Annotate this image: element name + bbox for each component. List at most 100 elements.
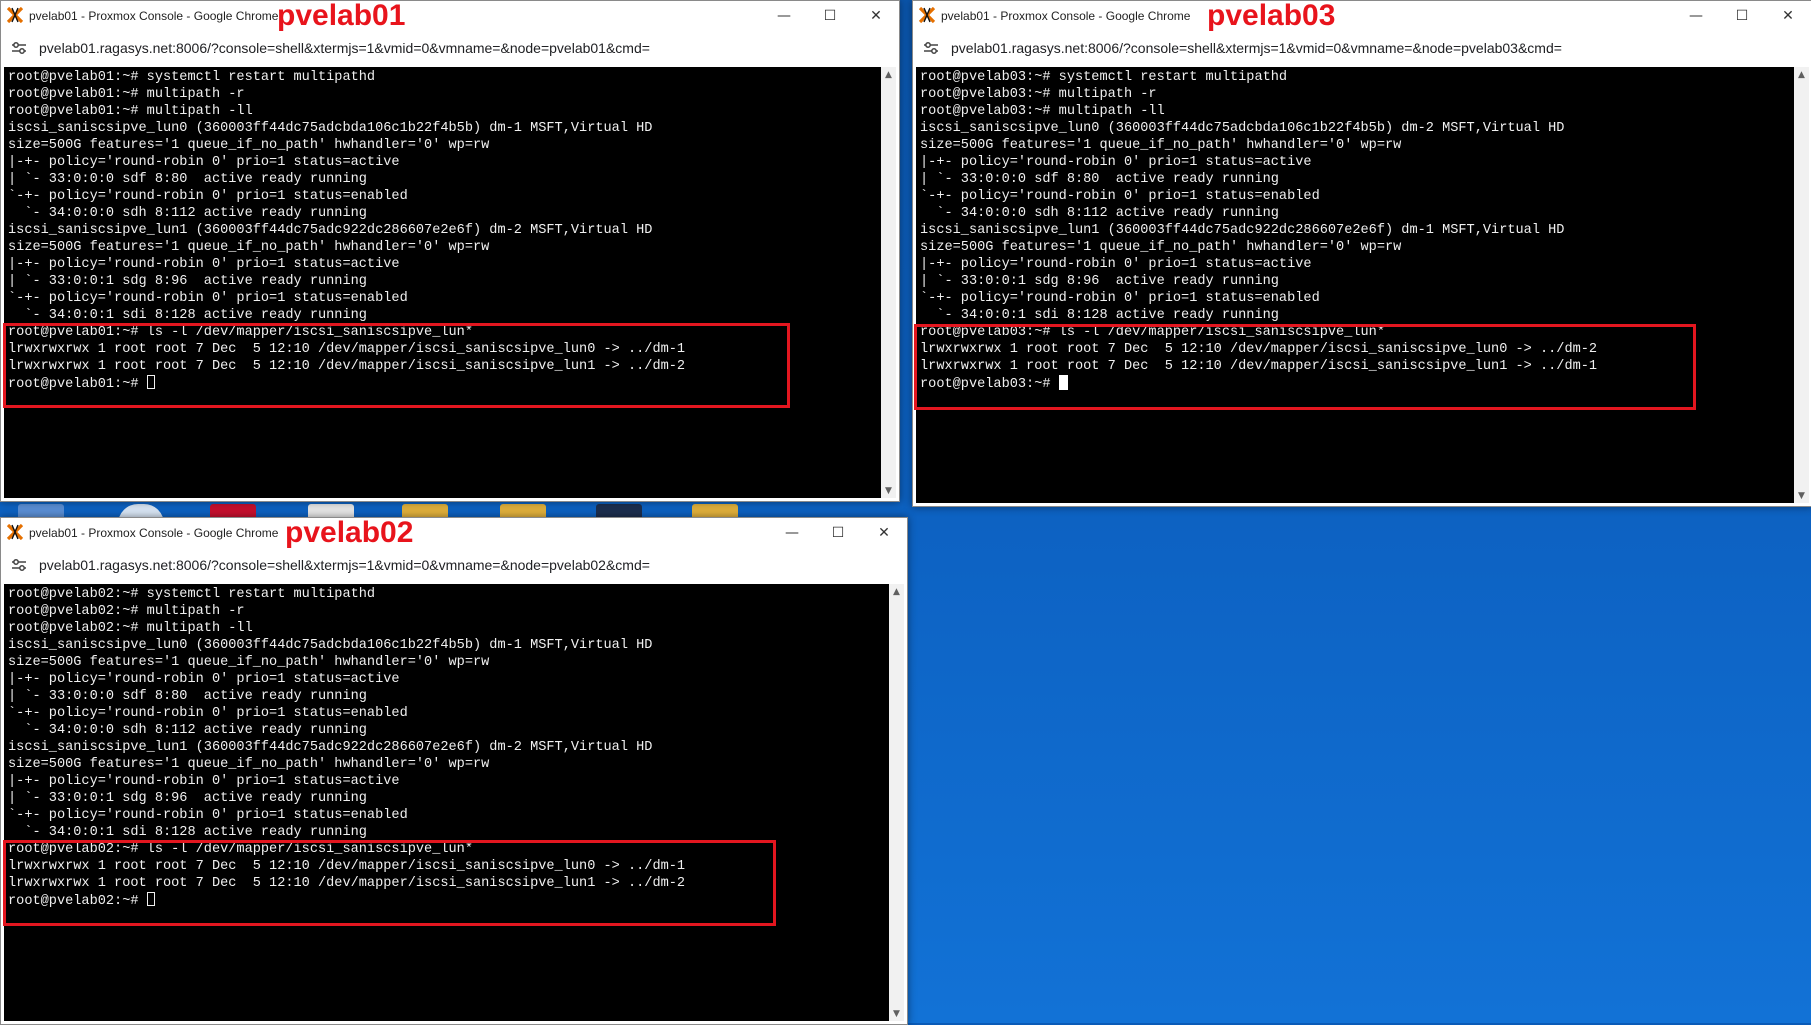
terminal-line: `- 34:0:0:0 sdh 8:112 active ready runni…: [8, 723, 367, 738]
terminal-line: `- 34:0:0:1 sdi 8:128 active ready runni…: [920, 308, 1279, 323]
terminal-line: | `- 33:0:0:0 sdf 8:80 active ready runn…: [920, 172, 1279, 187]
terminal-line: size=500G features='1 queue_if_no_path' …: [8, 655, 490, 670]
url-text[interactable]: pvelab01.ragasys.net:8006/?console=shell…: [39, 40, 650, 56]
terminal[interactable]: root@pvelab03:~# systemctl restart multi…: [916, 67, 1809, 503]
close-button[interactable]: ✕: [861, 518, 907, 548]
scrollbar[interactable]: ▲ ▼: [881, 67, 896, 498]
terminal-line: |-+- policy='round-robin 0' prio=1 statu…: [8, 155, 400, 170]
window-pvelab03[interactable]: pvelab01 - Proxmox Console - Google Chro…: [912, 0, 1811, 507]
minimize-button[interactable]: —: [769, 518, 815, 548]
terminal-line: `-+- policy='round-robin 0' prio=1 statu…: [8, 291, 408, 306]
terminal-line: iscsi_saniscsipve_lun1 (360003ff44dc75ad…: [8, 223, 653, 238]
terminal-line: |-+- policy='round-robin 0' prio=1 statu…: [8, 774, 400, 789]
scroll-up-arrow-icon[interactable]: ▲: [1794, 67, 1809, 82]
maximize-button[interactable]: ☐: [1719, 1, 1765, 31]
terminal-cursor: [146, 892, 155, 906]
terminal-line: size=500G features='1 queue_if_no_path' …: [920, 138, 1402, 153]
terminal-line: | `- 33:0:0:1 sdg 8:96 active ready runn…: [8, 274, 367, 289]
terminal-line: `- 34:0:0:0 sdh 8:112 active ready runni…: [920, 206, 1279, 221]
terminal-line: | `- 33:0:0:0 sdf 8:80 active ready runn…: [8, 172, 367, 187]
scroll-up-arrow-icon[interactable]: ▲: [889, 584, 904, 599]
proxmox-logo-icon: [919, 7, 935, 23]
terminal-output: root@pvelab01:~# systemctl restart multi…: [8, 69, 878, 392]
terminal-line: size=500G features='1 queue_if_no_path' …: [920, 240, 1402, 255]
scrollbar[interactable]: ▲ ▼: [889, 584, 904, 1021]
terminal-line: lrwxrwxrwx 1 root root 7 Dec 5 12:10 /de…: [920, 359, 1598, 374]
terminal-line: root@pvelab02:~# multipath -r: [8, 604, 245, 619]
proxmox-logo-icon: [7, 7, 23, 23]
host-annotation-label: pvelab01: [277, 0, 406, 32]
terminal-line: lrwxrwxrwx 1 root root 7 Dec 5 12:10 /de…: [8, 859, 686, 874]
address-bar[interactable]: pvelab01.ragasys.net:8006/?console=shell…: [913, 31, 1811, 65]
site-settings-icon[interactable]: [11, 41, 27, 55]
terminal-line: root@pvelab01:~# multipath -ll: [8, 104, 253, 119]
scroll-down-arrow-icon[interactable]: ▼: [881, 483, 896, 498]
close-button[interactable]: ✕: [1765, 1, 1811, 31]
terminal-prompt-line: root@pvelab03:~#: [920, 375, 1791, 392]
terminal-line: root@pvelab03:~# multipath -ll: [920, 104, 1165, 119]
window-pvelab02[interactable]: pvelab01 - Proxmox Console - Google Chro…: [0, 517, 908, 1025]
title-bar[interactable]: pvelab01 - Proxmox Console - Google Chro…: [1, 0, 899, 32]
terminal-line: lrwxrwxrwx 1 root root 7 Dec 5 12:10 /de…: [8, 876, 686, 891]
terminal-line: `-+- policy='round-robin 0' prio=1 statu…: [920, 291, 1320, 306]
scrollbar[interactable]: ▲ ▼: [1794, 67, 1809, 503]
terminal-prompt-line: root@pvelab02:~#: [8, 892, 886, 909]
url-text[interactable]: pvelab01.ragasys.net:8006/?console=shell…: [39, 557, 650, 573]
scroll-down-arrow-icon[interactable]: ▼: [889, 1006, 904, 1021]
terminal-line: `-+- policy='round-robin 0' prio=1 statu…: [920, 189, 1320, 204]
terminal-line: lrwxrwxrwx 1 root root 7 Dec 5 12:10 /de…: [920, 342, 1598, 357]
close-button[interactable]: ✕: [853, 1, 899, 31]
terminal-line: `- 34:0:0:0 sdh 8:112 active ready runni…: [8, 206, 367, 221]
title-bar[interactable]: pvelab01 - Proxmox Console - Google Chro…: [913, 1, 1811, 32]
window-title: pvelab01 - Proxmox Console - Google Chro…: [941, 9, 1191, 23]
site-settings-icon[interactable]: [923, 41, 939, 55]
terminal-line: size=500G features='1 queue_if_no_path' …: [8, 138, 490, 153]
terminal-line: root@pvelab02:~# multipath -ll: [8, 621, 253, 636]
site-settings-icon[interactable]: [11, 558, 27, 572]
terminal-line: `-+- policy='round-robin 0' prio=1 statu…: [8, 808, 408, 823]
terminal-line: |-+- policy='round-robin 0' prio=1 statu…: [8, 672, 400, 687]
scroll-up-arrow-icon[interactable]: ▲: [881, 67, 896, 82]
minimize-button[interactable]: —: [761, 1, 807, 31]
minimize-button[interactable]: —: [1673, 1, 1719, 31]
terminal-line: iscsi_saniscsipve_lun0 (360003ff44dc75ad…: [920, 121, 1565, 136]
terminal-line: iscsi_saniscsipve_lun0 (360003ff44dc75ad…: [8, 638, 653, 653]
terminal-line: |-+- policy='round-robin 0' prio=1 statu…: [920, 257, 1312, 272]
terminal-cursor: [146, 375, 155, 389]
terminal-line: iscsi_saniscsipve_lun1 (360003ff44dc75ad…: [8, 740, 653, 755]
terminal-line: | `- 33:0:0:1 sdg 8:96 active ready runn…: [920, 274, 1279, 289]
scroll-down-arrow-icon[interactable]: ▼: [1794, 488, 1809, 503]
terminal[interactable]: root@pvelab01:~# systemctl restart multi…: [4, 67, 896, 498]
terminal-prompt-line: root@pvelab01:~#: [8, 375, 878, 392]
terminal-line: | `- 33:0:0:1 sdg 8:96 active ready runn…: [8, 791, 367, 806]
terminal-cursor: [1058, 375, 1068, 390]
window-title: pvelab01 - Proxmox Console - Google Chro…: [29, 9, 279, 23]
terminal-line: root@pvelab02:~# ls -l /dev/mapper/iscsi…: [8, 842, 473, 857]
terminal-line: iscsi_saniscsipve_lun0 (360003ff44dc75ad…: [8, 121, 653, 136]
terminal-output: root@pvelab02:~# systemctl restart multi…: [8, 586, 886, 909]
proxmox-logo-icon: [7, 524, 23, 540]
terminal-line: |-+- policy='round-robin 0' prio=1 statu…: [8, 257, 400, 272]
terminal-line: `-+- policy='round-robin 0' prio=1 statu…: [8, 706, 408, 721]
title-bar[interactable]: pvelab01 - Proxmox Console - Google Chro…: [1, 518, 907, 549]
address-bar[interactable]: pvelab01.ragasys.net:8006/?console=shell…: [1, 548, 907, 582]
terminal-line: lrwxrwxrwx 1 root root 7 Dec 5 12:10 /de…: [8, 359, 686, 374]
terminal[interactable]: root@pvelab02:~# systemctl restart multi…: [4, 584, 904, 1021]
terminal-output: root@pvelab03:~# systemctl restart multi…: [920, 69, 1791, 392]
terminal-line: root@pvelab02:~# systemctl restart multi…: [8, 587, 376, 602]
terminal-line: root@pvelab03:~# multipath -r: [920, 87, 1157, 102]
terminal-line: `- 34:0:0:1 sdi 8:128 active ready runni…: [8, 308, 367, 323]
terminal-line: root@pvelab03:~# ls -l /dev/mapper/iscsi…: [920, 325, 1385, 340]
url-text[interactable]: pvelab01.ragasys.net:8006/?console=shell…: [951, 40, 1562, 56]
terminal-line: |-+- policy='round-robin 0' prio=1 statu…: [920, 155, 1312, 170]
terminal-line: root@pvelab03:~# systemctl restart multi…: [920, 70, 1288, 85]
terminal-line: root@pvelab01:~# systemctl restart multi…: [8, 70, 376, 85]
terminal-line: `-+- policy='round-robin 0' prio=1 statu…: [8, 189, 408, 204]
maximize-button[interactable]: ☐: [807, 1, 853, 31]
maximize-button[interactable]: ☐: [815, 518, 861, 548]
window-title: pvelab01 - Proxmox Console - Google Chro…: [29, 526, 279, 540]
terminal-line: root@pvelab01:~# ls -l /dev/mapper/iscsi…: [8, 325, 473, 340]
address-bar[interactable]: pvelab01.ragasys.net:8006/?console=shell…: [1, 31, 899, 65]
window-pvelab01[interactable]: pvelab01 - Proxmox Console - Google Chro…: [0, 0, 900, 502]
terminal-line: size=500G features='1 queue_if_no_path' …: [8, 240, 490, 255]
